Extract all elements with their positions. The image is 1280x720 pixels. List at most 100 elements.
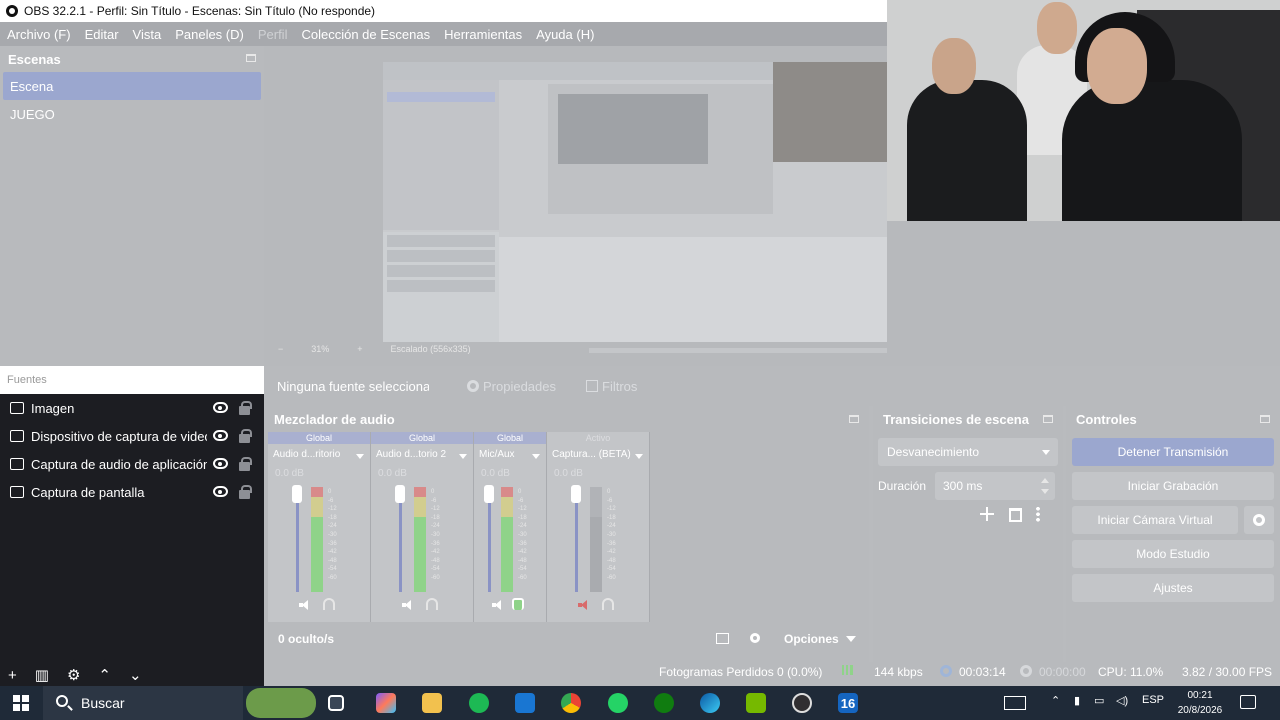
speaker-muted-icon[interactable] bbox=[578, 600, 589, 610]
volume-fader-handle[interactable] bbox=[292, 485, 302, 503]
undock-icon[interactable] bbox=[1043, 415, 1053, 423]
windows-start-icon[interactable] bbox=[13, 695, 29, 711]
menu-herramientas[interactable]: Herramientas bbox=[437, 27, 529, 42]
volume-fader-track[interactable] bbox=[399, 490, 402, 592]
headphones-icon[interactable] bbox=[426, 598, 438, 610]
language-indicator[interactable]: ESP bbox=[1142, 694, 1164, 706]
source-item-imagen[interactable]: Imagen bbox=[0, 394, 264, 422]
menu-coleccion-escenas[interactable]: Colección de Escenas bbox=[294, 27, 437, 42]
settings-button[interactable]: Ajustes bbox=[1072, 574, 1274, 602]
edge-icon[interactable] bbox=[700, 693, 720, 713]
speaker-icon[interactable] bbox=[402, 600, 413, 610]
undock-icon[interactable] bbox=[246, 54, 256, 62]
transition-select[interactable]: Desvanecimiento bbox=[878, 438, 1058, 466]
trash-icon[interactable] bbox=[1009, 508, 1022, 522]
lock-icon[interactable] bbox=[239, 429, 252, 443]
network-icon[interactable]: ▭ bbox=[1094, 694, 1104, 707]
spin-up-icon[interactable] bbox=[1041, 478, 1049, 483]
studio-mode-button[interactable]: Modo Estudio bbox=[1072, 540, 1274, 568]
zoom-out-button[interactable]: − bbox=[278, 344, 283, 354]
move-down-icon[interactable]: ⌄ bbox=[129, 666, 142, 684]
properties-button[interactable]: Propiedades bbox=[467, 379, 556, 394]
undock-icon[interactable] bbox=[849, 415, 859, 423]
volume-icon[interactable]: ◁) bbox=[1116, 694, 1128, 707]
chevron-down-icon[interactable] bbox=[459, 454, 467, 459]
lock-icon[interactable] bbox=[239, 401, 252, 415]
microphone-icon[interactable]: ▮ bbox=[1074, 694, 1080, 707]
source-item-video-capture[interactable]: Dispositivo de captura de video bbox=[0, 422, 264, 450]
move-up-icon[interactable]: ⌃ bbox=[98, 666, 111, 684]
scale-dropdown[interactable]: Escalado (556x335) bbox=[391, 344, 471, 354]
preview-nested-line bbox=[387, 250, 495, 262]
volume-fader-handle[interactable] bbox=[571, 485, 581, 503]
add-source-icon[interactable]: + bbox=[8, 667, 17, 684]
lock-icon[interactable] bbox=[239, 457, 252, 471]
more-vertical-icon[interactable] bbox=[1036, 506, 1040, 522]
remove-source-icon[interactable]: ▥ bbox=[35, 666, 49, 684]
speaker-icon[interactable] bbox=[299, 600, 310, 610]
source-item-screen-capture[interactable]: Captura de pantalla bbox=[0, 478, 264, 506]
taskbar-clock[interactable]: 00:21 20/8/2026 bbox=[1170, 688, 1230, 718]
menu-ayuda[interactable]: Ayuda (H) bbox=[529, 27, 601, 42]
start-recording-button[interactable]: Iniciar Grabación bbox=[1072, 472, 1274, 500]
chevron-down-icon[interactable] bbox=[532, 454, 540, 459]
source-item-audio-capture[interactable]: Captura de audio de aplicación (BETA) bbox=[0, 450, 264, 478]
lock-icon[interactable] bbox=[239, 485, 252, 499]
virtual-cam-gear-icon[interactable] bbox=[1244, 506, 1274, 534]
source-settings-gear-icon[interactable]: ⚙ bbox=[67, 666, 80, 684]
chevron-down-icon[interactable] bbox=[635, 454, 643, 459]
xbox-icon[interactable] bbox=[654, 693, 674, 713]
preview-area[interactable]: − 31% + Escalado (556x335) bbox=[264, 46, 1181, 366]
filters-button[interactable]: Filtros bbox=[586, 379, 637, 394]
menu-vista[interactable]: Vista bbox=[126, 27, 169, 42]
nvidia-icon[interactable] bbox=[746, 693, 766, 713]
obs-taskbar-icon[interactable] bbox=[792, 693, 812, 713]
visibility-eye-icon[interactable] bbox=[213, 402, 228, 413]
volume-fader-track[interactable] bbox=[575, 490, 578, 592]
zoom-in-button[interactable]: + bbox=[357, 344, 362, 354]
layout-toggle-icon[interactable] bbox=[716, 633, 729, 644]
volume-fader-track[interactable] bbox=[296, 490, 299, 592]
chrome-icon[interactable] bbox=[561, 693, 581, 713]
menu-archivo[interactable]: Archivo (F) bbox=[0, 27, 78, 42]
headphones-icon[interactable] bbox=[512, 598, 524, 610]
options-button[interactable]: Opciones bbox=[784, 632, 839, 646]
volume-fader-handle[interactable] bbox=[395, 485, 405, 503]
spotify-icon[interactable] bbox=[469, 693, 489, 713]
scene-item-juego[interactable]: JUEGO bbox=[3, 100, 261, 128]
scene-item-escena[interactable]: Escena bbox=[3, 72, 261, 100]
visibility-eye-icon[interactable] bbox=[213, 486, 228, 497]
mixer-gear-icon[interactable] bbox=[750, 633, 760, 643]
tray-chevron-icon[interactable]: ⌃ bbox=[1051, 694, 1060, 707]
volume-fader-handle[interactable] bbox=[484, 485, 494, 503]
add-transition-icon[interactable] bbox=[979, 506, 995, 522]
transition-actions bbox=[979, 506, 1040, 522]
visibility-eye-icon[interactable] bbox=[213, 430, 228, 441]
file-explorer-icon[interactable] bbox=[422, 693, 442, 713]
task-view-icon[interactable] bbox=[328, 695, 344, 711]
source-label: Captura de audio de aplicación (BETA) bbox=[31, 456, 207, 472]
headphones-icon[interactable] bbox=[602, 598, 614, 610]
whatsapp-icon[interactable] bbox=[608, 693, 628, 713]
spin-down-icon[interactable] bbox=[1041, 489, 1049, 494]
undock-icon[interactable] bbox=[1260, 415, 1270, 423]
speaker-icon[interactable] bbox=[492, 600, 503, 610]
duration-input[interactable]: 300 ms bbox=[935, 472, 1055, 500]
visibility-eye-icon[interactable] bbox=[213, 458, 228, 469]
taskbar-search[interactable]: Buscar bbox=[43, 686, 243, 720]
chevron-down-icon[interactable] bbox=[846, 636, 856, 642]
weather-widget-icon[interactable] bbox=[246, 688, 316, 718]
news-icon[interactable] bbox=[1004, 696, 1026, 710]
start-virtual-cam-button[interactable]: Iniciar Cámara Virtual bbox=[1072, 506, 1238, 534]
chevron-down-icon[interactable] bbox=[356, 454, 364, 459]
headphones-icon[interactable] bbox=[323, 598, 335, 610]
menu-editar[interactable]: Editar bbox=[78, 27, 126, 42]
copilot-icon[interactable] bbox=[376, 693, 396, 713]
menu-paneles[interactable]: Paneles (D) bbox=[168, 27, 251, 42]
outlook-icon[interactable] bbox=[515, 693, 535, 713]
volume-fader-track[interactable] bbox=[488, 490, 491, 592]
stop-stream-button[interactable]: Detener Transmisión bbox=[1072, 438, 1274, 466]
calendar-app-badge[interactable]: 16 bbox=[838, 693, 858, 713]
notifications-icon[interactable] bbox=[1240, 695, 1256, 709]
menu-perfil[interactable]: Perfil bbox=[251, 27, 295, 42]
